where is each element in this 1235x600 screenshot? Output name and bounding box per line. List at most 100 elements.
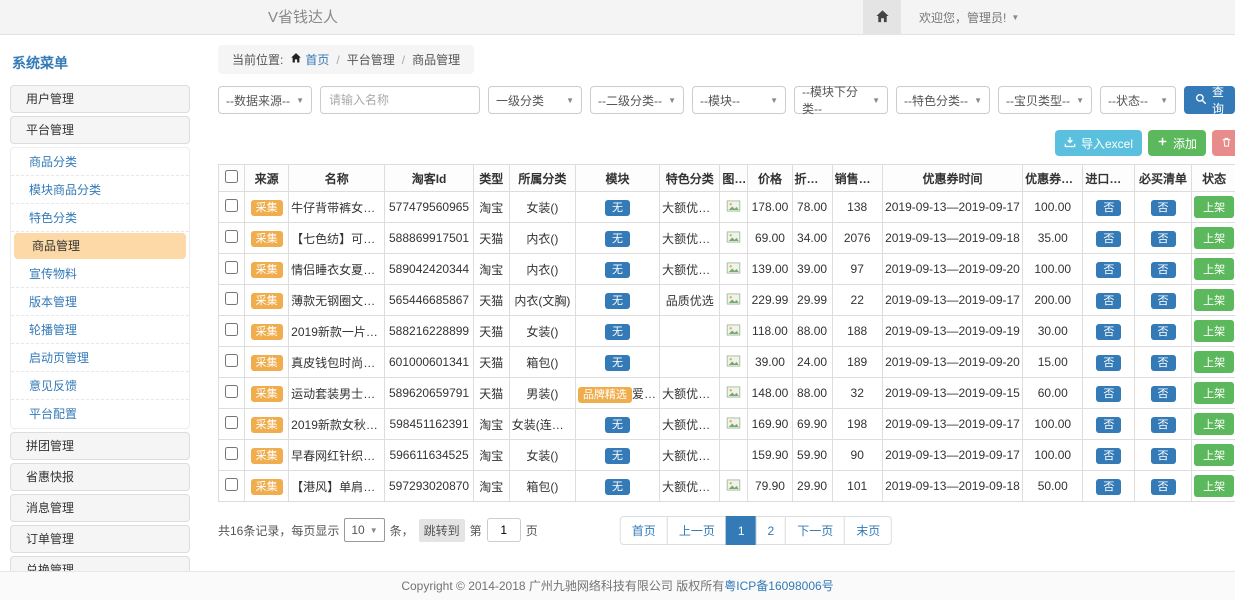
module-badge[interactable]: 无 [605,262,630,278]
page-button-4[interactable]: 下一页 [785,516,845,545]
row-checkbox[interactable] [225,292,238,305]
import-select-toggle[interactable]: 否 [1096,386,1121,402]
must-buy-toggle[interactable]: 否 [1151,200,1176,216]
import-select-toggle[interactable]: 否 [1096,293,1121,309]
sidebar-item-8[interactable]: 轮播管理 [11,316,189,344]
taoke-id-cell: 589042420344 [385,254,473,285]
module-badge[interactable]: 无 [605,293,630,309]
row-checkbox[interactable] [225,354,238,367]
must-buy-toggle[interactable]: 否 [1151,231,1176,247]
module-badge[interactable]: 无 [605,479,630,495]
product-image-icon [726,230,741,247]
module-badge[interactable]: 品牌精选 [578,387,632,403]
sidebar-item-7[interactable]: 版本管理 [11,288,189,316]
status-button[interactable]: 上架 [1194,413,1234,435]
row-checkbox[interactable] [225,478,238,491]
filter-select-5[interactable]: --模块下分类--▼ [794,86,888,114]
sidebar-item-12[interactable]: 拼团管理 [10,432,190,460]
must-buy-toggle[interactable]: 否 [1151,386,1176,402]
sidebar-item-9[interactable]: 启动页管理 [11,344,189,372]
row-checkbox[interactable] [225,199,238,212]
import-select-toggle[interactable]: 否 [1096,479,1121,495]
import-excel-button[interactable]: 导入excel [1055,130,1142,156]
sidebar-item-15[interactable]: 订单管理 [10,525,190,553]
user-menu[interactable]: 欢迎您，管理员! ▼ [919,9,1019,26]
must-buy-toggle[interactable]: 否 [1151,417,1176,433]
search-button[interactable]: 查询 [1184,86,1235,114]
must-buy-toggle[interactable]: 否 [1151,355,1176,371]
icp-link[interactable]: 粤ICP备16098006号 [724,579,833,593]
filter-select-2[interactable]: 一级分类▼ [488,86,582,114]
row-checkbox[interactable] [225,416,238,429]
breadcrumb-home-link[interactable]: 首页 [290,51,329,68]
add-button[interactable]: 添加 [1148,130,1206,156]
page-button-3[interactable]: 2 [756,516,787,545]
discount-price-cell: 88.00 [792,316,832,347]
filter-select-6[interactable]: --特色分类--▼ [896,86,990,114]
status-button[interactable]: 上架 [1194,444,1234,466]
filter-select-7[interactable]: --宝贝类型--▼ [998,86,1092,114]
must-buy-toggle[interactable]: 否 [1151,262,1176,278]
status-button[interactable]: 上架 [1194,258,1234,280]
sidebar-item-0[interactable]: 用户管理 [10,85,190,113]
must-buy-toggle[interactable]: 否 [1151,479,1176,495]
sidebar-item-4[interactable]: 特色分类 [11,204,189,232]
module-badge[interactable]: 无 [605,200,630,216]
import-select-toggle[interactable]: 否 [1096,262,1121,278]
row-checkbox[interactable] [225,230,238,243]
sidebar-item-1[interactable]: 平台管理 [10,116,190,144]
status-button[interactable]: 上架 [1194,196,1234,218]
status-button[interactable]: 上架 [1194,382,1234,404]
name-search-input[interactable] [320,86,480,114]
must-buy-toggle[interactable]: 否 [1151,448,1176,464]
status-cell: 上架 [1191,192,1235,223]
jump-button[interactable]: 跳转到 [419,519,465,542]
import-select-toggle[interactable]: 否 [1096,200,1121,216]
table-row: 采集情侣睡衣女夏丝绸男士...589042420344淘宝内衣()无大额优惠券1… [219,254,1235,285]
type-cell: 天猫 [473,378,509,409]
status-button[interactable]: 上架 [1194,289,1234,311]
module-badge[interactable]: 无 [605,231,630,247]
sidebar-item-3[interactable]: 模块商品分类 [11,176,189,204]
row-checkbox[interactable] [225,385,238,398]
jump-page-input[interactable] [487,518,521,542]
sidebar-item-10[interactable]: 意见反馈 [11,372,189,400]
status-button[interactable]: 上架 [1194,227,1234,249]
page-button-5[interactable]: 末页 [844,516,892,545]
status-button[interactable]: 上架 [1194,475,1234,497]
import-select-toggle[interactable]: 否 [1096,448,1121,464]
page-button-1[interactable]: 上一页 [667,516,727,545]
module-badge[interactable]: 无 [605,355,630,371]
select-all-checkbox[interactable] [225,170,238,183]
icon-cell [720,409,748,440]
sidebar-item-14[interactable]: 消息管理 [10,494,190,522]
filter-select-4[interactable]: --模块--▼ [692,86,786,114]
import-select-toggle[interactable]: 否 [1096,231,1121,247]
page-button-current[interactable]: 1 [726,516,757,545]
module-badge[interactable]: 无 [605,417,630,433]
filter-select-3[interactable]: --二级分类--▼ [590,86,684,114]
import-select-toggle[interactable]: 否 [1096,417,1121,433]
filter-select-0[interactable]: --数据来源--▼ [218,86,312,114]
sidebar-item-13[interactable]: 省惠快报 [10,463,190,491]
page-button-0[interactable]: 首页 [620,516,668,545]
page-size-select[interactable]: 10 ▼ [344,518,384,542]
sidebar-item-6[interactable]: 宣传物料 [11,260,189,288]
row-checkbox[interactable] [225,261,238,274]
row-checkbox[interactable] [225,323,238,336]
must-buy-toggle[interactable]: 否 [1151,293,1176,309]
row-checkbox[interactable] [225,447,238,460]
batch-delete-button[interactable]: 批量删除 [1212,130,1235,156]
must-buy-toggle[interactable]: 否 [1151,324,1176,340]
sidebar-item-2[interactable]: 商品分类 [11,148,189,176]
status-button[interactable]: 上架 [1194,351,1234,373]
status-button[interactable]: 上架 [1194,320,1234,342]
home-button[interactable] [863,0,901,35]
import-select-toggle[interactable]: 否 [1096,324,1121,340]
sidebar-item-11[interactable]: 平台配置 [11,400,189,428]
sidebar-item-5[interactable]: 商品管理 [14,233,186,259]
module-badge[interactable]: 无 [605,324,630,340]
import-select-toggle[interactable]: 否 [1096,355,1121,371]
module-badge[interactable]: 无 [605,448,630,464]
filter-select-8[interactable]: --状态--▼ [1100,86,1176,114]
